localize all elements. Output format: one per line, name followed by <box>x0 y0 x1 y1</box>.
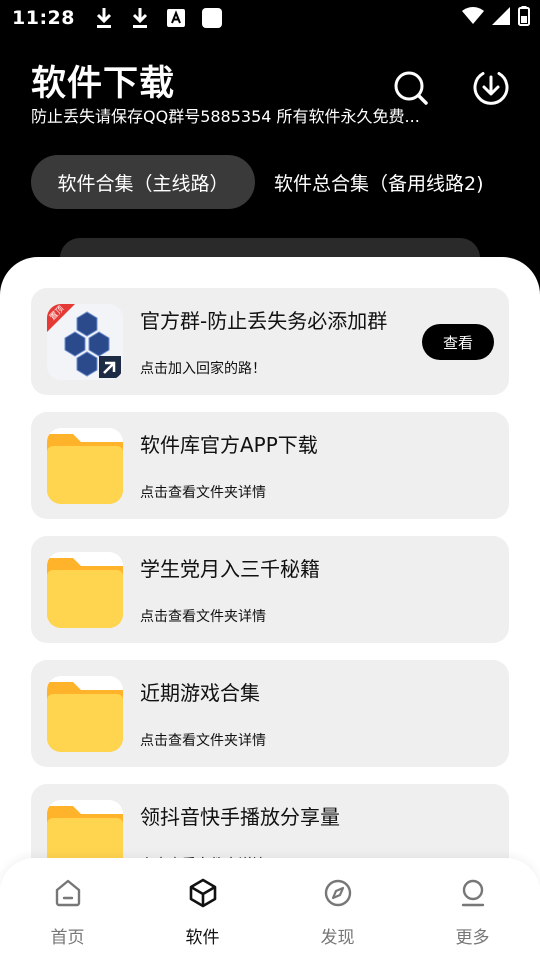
font-a-icon <box>165 6 187 30</box>
download-icon <box>93 6 115 30</box>
list-item[interactable]: 学生党月入三千秘籍 点击查看文件夹详情 <box>31 536 509 643</box>
box-icon <box>187 877 219 909</box>
page-subtitle: 防止丢失请保存QQ群号5885354 所有软件永久免费... <box>31 107 420 126</box>
item-title: 软件库官方APP下载 <box>140 433 318 457</box>
app-icon: 置顶 <box>47 304 123 380</box>
tab-main-line[interactable]: 软件合集（主线路） <box>31 155 255 209</box>
list-item[interactable]: 软件库官方APP下载 点击查看文件夹详情 <box>31 412 509 519</box>
nav-item-home[interactable]: 首页 <box>0 858 135 960</box>
item-title: 官方群-防止丢失务必添加群 <box>140 309 388 333</box>
compass-icon <box>322 877 354 909</box>
item-subtitle: 点击查看文件夹详情 <box>140 609 266 625</box>
download-icon <box>129 6 151 30</box>
nav-label: 首页 <box>50 928 85 948</box>
content-sheet: 置顶 官方群-防止丢失务必添加群 点击加入回家的路！ 查看 软件库官方APP下载… <box>0 257 540 960</box>
tab-label: 软件合集（主线路） <box>57 172 229 195</box>
signal-icon <box>492 7 510 29</box>
folder-icon <box>47 428 123 504</box>
item-title: 近期游戏合集 <box>140 681 260 705</box>
notification-icons <box>93 6 223 30</box>
item-list: 置顶 官方群-防止丢失务必添加群 点击加入回家的路！ 查看 软件库官方APP下载… <box>31 288 509 908</box>
nav-item-more[interactable]: 更多 <box>405 858 540 960</box>
folder-icon <box>47 552 123 628</box>
search-button[interactable] <box>391 68 431 108</box>
battery-icon <box>518 6 530 30</box>
nav-item-software[interactable]: 软件 <box>135 858 270 960</box>
tab-backup-line[interactable]: 软件总合集（备用线路2) <box>274 155 484 209</box>
nav-label: 发现 <box>320 928 355 948</box>
status-time: 11:28 <box>12 7 75 29</box>
system-icons <box>462 6 530 30</box>
item-subtitle: 点击查看文件夹详情 <box>140 733 266 749</box>
download-circle-icon <box>473 72 509 105</box>
wifi-icon <box>462 7 484 29</box>
user-icon <box>457 877 489 909</box>
nav-item-discover[interactable]: 发现 <box>270 858 405 960</box>
list-item[interactable]: 置顶 官方群-防止丢失务必添加群 点击加入回家的路！ 查看 <box>31 288 509 395</box>
item-subtitle: 点击查看文件夹详情 <box>140 485 266 501</box>
view-button[interactable]: 查看 <box>422 324 494 360</box>
download-manager-button[interactable] <box>471 68 511 108</box>
square-icon <box>201 6 223 30</box>
item-subtitle: 点击加入回家的路！ <box>140 361 266 377</box>
status-bar: 11:28 <box>0 0 540 36</box>
page-title: 软件下载 <box>31 64 176 104</box>
nav-label: 软件 <box>185 928 220 948</box>
item-title: 学生党月入三千秘籍 <box>140 557 320 581</box>
search-icon <box>394 71 428 105</box>
item-title: 领抖音快手播放分享量 <box>140 805 340 829</box>
bottom-navigation: 首页 软件 发现 更多 <box>0 858 540 960</box>
list-item[interactable]: 近期游戏合集 点击查看文件夹详情 <box>31 660 509 767</box>
folder-icon <box>47 676 123 752</box>
nav-label: 更多 <box>455 928 490 948</box>
tab-label: 软件总合集（备用线路2) <box>274 172 484 195</box>
home-icon <box>52 877 84 909</box>
